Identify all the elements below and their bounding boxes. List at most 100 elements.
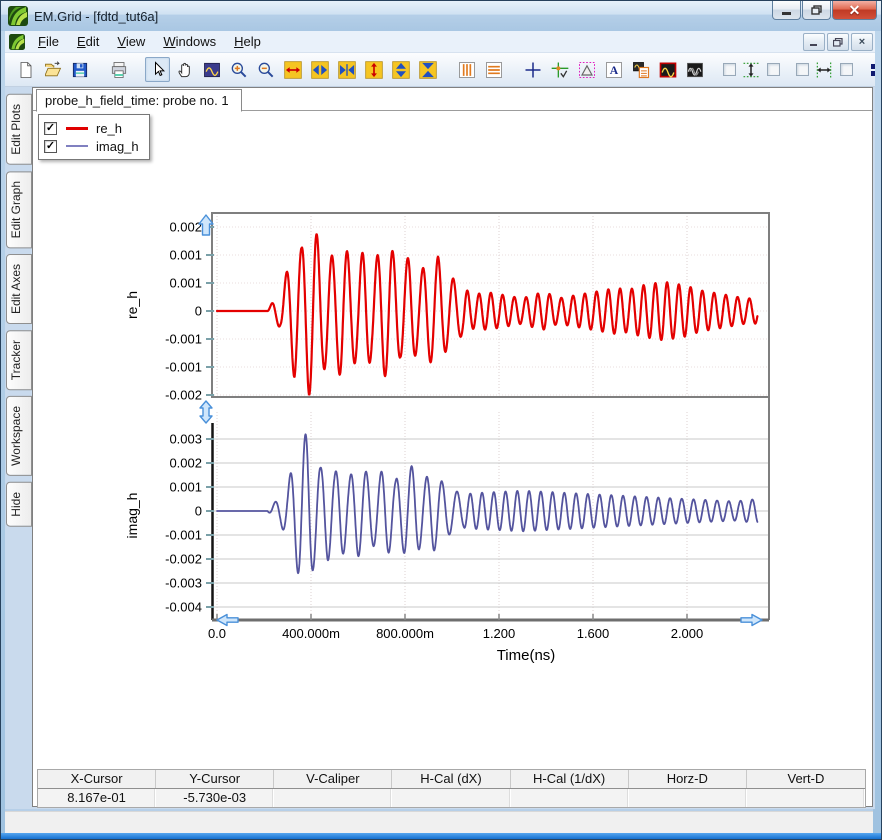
legend-checkbox-re-h[interactable]: ✓ xyxy=(44,122,57,135)
col-header-vert-d: Vert-D xyxy=(747,770,865,788)
text-icon[interactable]: A xyxy=(601,57,626,82)
sidebar-tab-tracker[interactable]: Tracker xyxy=(6,330,32,390)
layout-icon xyxy=(871,63,875,77)
zoom-in-icon[interactable] xyxy=(226,57,251,82)
v-link-right-checkbox[interactable] xyxy=(767,63,780,76)
close-button[interactable]: ✕ xyxy=(832,1,877,20)
work-area: Edit Plots Edit Graph Edit Axes Tracker Work… xyxy=(5,87,875,809)
document-tab-bar: probe_h_field_time: probe no. 1 xyxy=(33,88,872,111)
mdi-restore-button[interactable] xyxy=(827,33,849,51)
y-tick-label: -0.001 xyxy=(165,528,202,543)
col-header-h-cal-1-dx-: H-Cal (1/dX) xyxy=(511,770,629,788)
y-axis-title-re-h: re_h xyxy=(124,291,140,319)
fit-y-icon[interactable] xyxy=(415,57,440,82)
sidebar-tab-hide[interactable]: Hide xyxy=(6,482,32,527)
legend-item-re-h[interactable]: ✓re_h xyxy=(44,119,139,137)
col-header-y-cursor: Y-Cursor xyxy=(156,770,274,788)
v-link-icon[interactable] xyxy=(738,57,763,82)
mdi-close-button[interactable]: × xyxy=(851,33,873,51)
title-bar[interactable]: EM.Grid - [fdtd_tut6a] ✕ xyxy=(1,1,882,31)
y-tick-label: 0.002 xyxy=(169,220,202,235)
red-wave-icon[interactable] xyxy=(655,57,680,82)
col-value-x-cursor: 8.167e-01 xyxy=(38,789,156,807)
v-link-left-checkbox[interactable] xyxy=(723,63,736,76)
pan-hand-icon[interactable] xyxy=(172,57,197,82)
y-tick-label: 0 xyxy=(195,304,202,319)
crosshair-icon[interactable] xyxy=(520,57,545,82)
caliper-icon[interactable] xyxy=(574,57,599,82)
fit-x-icon[interactable] xyxy=(334,57,359,82)
legend-label: imag_h xyxy=(96,139,139,154)
scroll-right-arrow[interactable] xyxy=(741,615,762,626)
restore-button[interactable] xyxy=(802,1,831,20)
col-value-h-cal-1-dx- xyxy=(511,789,629,807)
close-icon: ✕ xyxy=(849,2,861,19)
menu-view[interactable]: View xyxy=(108,31,154,52)
legend-checkbox-imag-h[interactable]: ✓ xyxy=(44,140,57,153)
horizontal-stripes-icon[interactable] xyxy=(481,57,506,82)
minimize-button[interactable] xyxy=(772,1,801,20)
status-bar xyxy=(5,811,873,835)
chart[interactable]: 0.002 0.001 0.001 0 -0.001 -0.001 -0.002 re_h 0.… xyxy=(121,205,781,675)
pointer-icon[interactable] xyxy=(145,57,170,82)
restore-icon xyxy=(833,38,843,47)
vertical-stripes-icon[interactable] xyxy=(454,57,479,82)
sidebar-tab-workspace[interactable]: Workspace xyxy=(6,396,32,476)
col-header-x-cursor: X-Cursor xyxy=(38,770,156,788)
scroll-updown-arrow[interactable] xyxy=(200,401,212,423)
zoom-out-icon[interactable] xyxy=(253,57,278,82)
col-header-horz-d: Horz-D xyxy=(629,770,747,788)
shrink-x-icon[interactable] xyxy=(307,57,332,82)
expand-x-icon[interactable] xyxy=(280,57,305,82)
legend-line-sample xyxy=(66,145,88,147)
save-icon[interactable] xyxy=(67,57,92,82)
expand-y-icon[interactable] xyxy=(361,57,386,82)
print-icon[interactable] xyxy=(106,57,131,82)
h-link-icon[interactable] xyxy=(811,57,836,82)
y-tick-label: 0.002 xyxy=(169,456,202,471)
y-tick-label: 0.001 xyxy=(169,480,202,495)
shrink-y-icon[interactable] xyxy=(388,57,413,82)
layout-button[interactable]: Layou xyxy=(871,62,875,77)
col-header-v-caliper: V-Caliper xyxy=(274,770,392,788)
menu-file[interactable]: File xyxy=(29,31,68,52)
tracker-icon[interactable] xyxy=(547,57,572,82)
restore-icon xyxy=(811,5,822,15)
sidebar-tab-edit-graph[interactable]: Edit Graph xyxy=(6,171,32,248)
cursor-readout-table: X-CursorY-CursorV-CaliperH-Cal (dX)H-Cal… xyxy=(37,769,866,808)
menu-help[interactable]: Help xyxy=(225,31,270,52)
y-tick-label: -0.001 xyxy=(165,359,202,374)
col-value-vert-d xyxy=(747,789,865,807)
y-tick-label: -0.002 xyxy=(165,388,202,403)
col-value-h-cal-dx- xyxy=(392,789,510,807)
x-axis-title: Time(ns) xyxy=(497,647,556,664)
window-title: EM.Grid - [fdtd_tut6a] xyxy=(34,9,158,24)
minimize-icon xyxy=(782,12,791,15)
y-tick-label: -0.002 xyxy=(165,552,202,567)
tab-probe-h-field-time[interactable]: probe_h_field_time: probe no. 1 xyxy=(36,89,242,112)
new-document-icon[interactable] xyxy=(13,57,38,82)
plot-window: probe_h_field_time: probe no. 1 ✓re_h✓im… xyxy=(32,87,873,807)
trace-imag-h xyxy=(217,434,757,573)
x-tick-label: 0.0 xyxy=(208,626,226,641)
sidebar-tab-edit-plots[interactable]: Edit Plots xyxy=(6,94,32,165)
signal-select-icon[interactable] xyxy=(199,57,224,82)
plot-list-icon[interactable] xyxy=(628,57,653,82)
scroll-left-arrow[interactable] xyxy=(217,615,238,626)
legend-line-sample xyxy=(66,127,88,130)
sidebar-tab-edit-axes[interactable]: Edit Axes xyxy=(6,254,32,324)
mdi-minimize-button[interactable] xyxy=(803,33,825,51)
h-link-right-checkbox[interactable] xyxy=(840,63,853,76)
svg-text:A: A xyxy=(609,64,618,77)
sidebar: Edit Plots Edit Graph Edit Axes Tracker Work… xyxy=(6,91,32,805)
y-axis-title-imag-h: imag_h xyxy=(124,493,140,539)
menu-windows[interactable]: Windows xyxy=(154,31,225,52)
open-folder-icon[interactable] xyxy=(40,57,65,82)
close-icon: × xyxy=(859,36,865,48)
y-tick-label: 0.001 xyxy=(169,248,202,263)
waves-icon[interactable] xyxy=(682,57,707,82)
h-link-left-checkbox[interactable] xyxy=(796,63,809,76)
x-tick-label: 1.200 xyxy=(483,626,516,641)
menu-edit[interactable]: Edit xyxy=(68,31,108,52)
legend-item-imag-h[interactable]: ✓ imag_h xyxy=(44,137,139,155)
